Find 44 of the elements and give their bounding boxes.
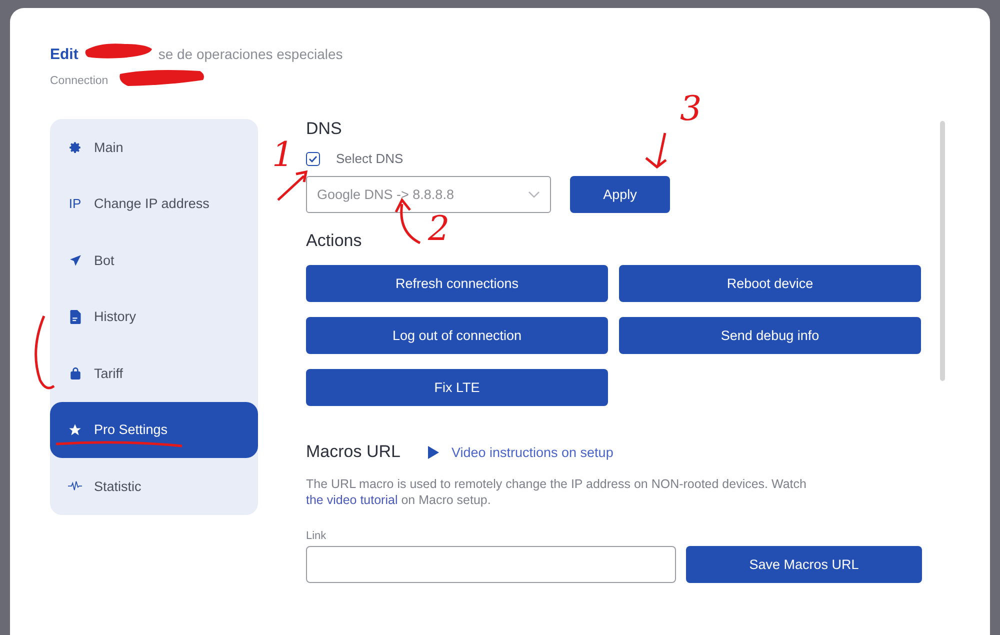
video-tutorial-link[interactable]: the video tutorial xyxy=(306,493,398,507)
ip-label: IP xyxy=(68,196,82,212)
apply-button[interactable]: Apply xyxy=(570,176,670,213)
annotation-arrow xyxy=(276,170,308,202)
save-macros-button[interactable]: Save Macros URL xyxy=(686,546,922,583)
section-heading: Actions xyxy=(306,231,363,251)
annotation-arrow xyxy=(394,198,422,244)
redaction-scribble xyxy=(85,44,152,58)
pulse-icon xyxy=(68,480,82,492)
annotation-arrow xyxy=(644,132,668,169)
action-button[interactable]: Send debug info xyxy=(619,317,921,354)
sidebar-item[interactable]: Pro Settings xyxy=(50,402,258,458)
sidebar-item[interactable]: Main xyxy=(50,119,258,176)
checkbox[interactable] xyxy=(306,152,320,166)
section-heading: Macros URL xyxy=(306,442,400,462)
action-button[interactable]: Fix LTE xyxy=(306,369,608,406)
action-button[interactable]: Log out of connection xyxy=(306,317,608,354)
dialog-title-name: se de operaciones especiales xyxy=(158,46,343,62)
play-icon xyxy=(428,446,440,458)
section-heading: DNS xyxy=(306,119,343,139)
action-button[interactable]: Reboot device xyxy=(619,265,921,302)
connection-subtitle: Connection xyxy=(50,75,108,87)
paper-plane-icon xyxy=(68,254,82,267)
gear-icon xyxy=(68,140,82,154)
field-label: Link xyxy=(306,530,328,542)
annotation-number: 1 xyxy=(272,138,294,172)
link-input[interactable] xyxy=(306,546,676,583)
scrollbar[interactable] xyxy=(940,121,945,381)
document-icon xyxy=(70,310,80,324)
star-icon xyxy=(68,422,82,437)
check-icon xyxy=(308,154,318,164)
macro-description: The URL macro is used to remotely change the IP address on NON-rooted devices. Watch the video tutorial on Macro setup. xyxy=(306,476,808,508)
dialog-title: Edit xyxy=(50,46,78,63)
chevron-down-icon xyxy=(528,191,540,198)
action-button[interactable]: Refresh connections xyxy=(306,265,608,302)
checkbox-label: Select DNS xyxy=(336,151,404,166)
annotation-number: 2 xyxy=(428,212,450,246)
sidebar-item[interactable]: IP Change IP address xyxy=(50,176,258,232)
sidebar-item[interactable]: Bot xyxy=(50,232,258,288)
sidebar-item[interactable]: History xyxy=(50,288,258,345)
annotation-number: 3 xyxy=(680,92,702,126)
sidebar-item[interactable]: Tariff xyxy=(50,345,258,402)
sidebar-item[interactable]: Statistic xyxy=(50,458,258,514)
video-instructions-link[interactable]: Video instructions on setup xyxy=(451,444,614,460)
